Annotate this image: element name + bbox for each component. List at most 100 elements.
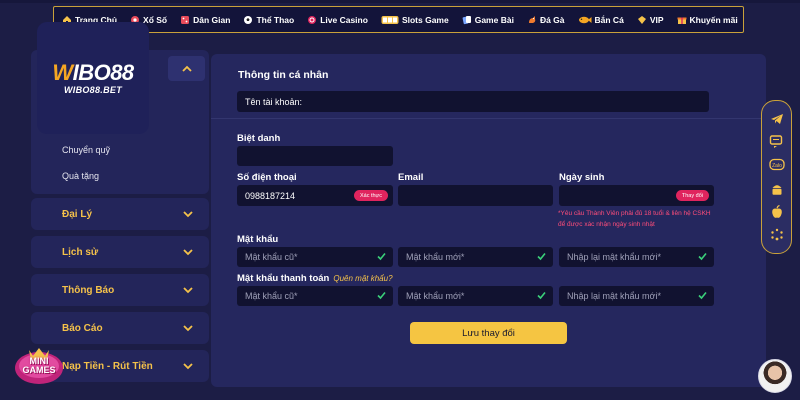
logo-wordmark: WIBO88 [52, 59, 134, 85]
chevron-down-icon [183, 248, 193, 256]
nav-the-thao[interactable]: Thể Thao [243, 15, 294, 25]
sidebar-group-label: Báo Cáo [62, 322, 103, 334]
save-changes-button[interactable]: Lưu thay đổi [410, 322, 567, 344]
nav-ban-ca[interactable]: Bắn Cá [578, 15, 624, 25]
forgot-password-link[interactable]: Quên mật khẩu? [333, 274, 392, 283]
android-icon[interactable] [769, 181, 785, 197]
nickname-label: Biệt danh [237, 133, 281, 144]
telegram-icon[interactable] [769, 111, 785, 127]
mini-games-badge[interactable]: MINI GAMES [13, 342, 65, 386]
nav-label: Dân Gian [193, 14, 231, 25]
old-password-placeholder: Mật khẩu cũ* [245, 252, 298, 262]
chevron-down-icon [183, 324, 193, 332]
check-icon [377, 252, 386, 261]
nav-label: Live Casino [320, 14, 368, 25]
dob-input[interactable]: Thay đổi [559, 185, 714, 206]
phone-label: Số điện thoại [237, 172, 297, 183]
mini-games-label: MINI GAMES [22, 356, 56, 375]
username-field: Tên tài khoản: [237, 91, 709, 112]
email-input[interactable] [398, 185, 553, 206]
change-dob-button[interactable]: Thay đổi [675, 190, 709, 201]
check-icon [698, 291, 707, 300]
check-icon [537, 291, 546, 300]
username-label: Tên tài khoản: [245, 96, 303, 107]
brand-logo[interactable]: WIBO88 WIBO88.BET [37, 22, 149, 134]
support-agent-avatar[interactable] [758, 359, 792, 393]
sidebar-item-chuyen-quy[interactable]: Chuyển quỹ [62, 145, 110, 155]
nav-label: Thể Thao [256, 14, 295, 25]
profile-panel: Thông tin cá nhân Tên tài khoản: Biệt da… [211, 54, 766, 387]
sidebar-group-thong-bao[interactable]: Thông Báo [31, 274, 209, 306]
sidebar-item-qua-tang[interactable]: Quà tặng [62, 171, 99, 181]
rooster-icon [527, 15, 537, 25]
nav-da-ga[interactable]: Đá Gà [527, 15, 565, 25]
sidebar-group-label: Nạp Tiền - Rút Tiền [62, 360, 153, 372]
gift-icon [677, 15, 687, 25]
new-password-placeholder: Mật khẩu mới* [406, 252, 465, 262]
zalo-icon[interactable]: Zalo [768, 157, 785, 173]
confirm-password-placeholder: Nhập lại mật khẩu mới* [567, 252, 661, 262]
payment-password-label: Mật khẩu thanh toán Quên mật khẩu? [237, 273, 393, 284]
check-icon [698, 252, 707, 261]
old-password-input[interactable]: Mật khẩu cũ* [237, 247, 393, 267]
old-payment-password-input[interactable]: Mật khẩu cũ* [237, 286, 393, 306]
nav-slots-game[interactable]: Slots Game [381, 15, 449, 25]
chevron-down-icon [183, 362, 193, 370]
confirm-payment-password-input[interactable]: Nhập lại mật khẩu mới* [559, 286, 714, 306]
nav-game-bai[interactable]: Game Bài [462, 15, 514, 25]
sidebar-group-dai-ly[interactable]: Đại Lý [31, 198, 209, 230]
casino-chip-icon [307, 15, 317, 25]
confirm-password-input[interactable]: Nhập lại mật khẩu mới* [559, 247, 714, 267]
chevron-down-icon [183, 286, 193, 294]
nav-label: Khuyến mãi [689, 14, 738, 25]
email-label: Email [398, 172, 424, 183]
card-game-icon [462, 15, 472, 25]
fish-icon [578, 15, 592, 25]
apple-icon[interactable] [769, 204, 785, 220]
nav-label: Bắn Cá [594, 14, 624, 25]
nav-live-casino[interactable]: Live Casino [307, 15, 368, 25]
nav-label: VIP [649, 14, 664, 25]
page-title: Thông tin cá nhân [238, 69, 329, 81]
nav-dan-gian[interactable]: Dân Gian [180, 15, 230, 25]
nav-label: Game Bài [474, 14, 514, 25]
dob-requirement-note: *Yêu cầu Thành Viên phải đủ 18 tuổi & li… [558, 210, 711, 228]
check-icon [537, 252, 546, 261]
nav-label: Đá Gà [539, 14, 565, 25]
live-chat-icon[interactable] [769, 134, 785, 150]
soccer-ball-icon [243, 15, 253, 25]
vip-diamond-icon [637, 15, 647, 25]
new-payment-password-input[interactable]: Mật khẩu mới* [398, 286, 553, 306]
top-navigation: Trang Chủ Xổ Số Dân Gian Thể Thao Live C… [53, 6, 744, 33]
sidebar-group-lich-su[interactable]: Lịch sử [31, 236, 209, 268]
new-password-input[interactable]: Mật khẩu mới* [398, 247, 553, 267]
check-icon [377, 291, 386, 300]
nav-label: Xổ Số [143, 14, 168, 25]
payment-password-label-text: Mật khẩu thanh toán [237, 273, 330, 284]
verify-phone-button[interactable]: Xác thực [353, 190, 388, 201]
sidebar-group-label: Lịch sử [62, 246, 99, 258]
dice-icon [180, 15, 190, 25]
nav-vip[interactable]: VIP [637, 15, 664, 25]
confirm-payment-password-placeholder: Nhập lại mật khẩu mới* [567, 291, 661, 301]
password-label: Mật khẩu [237, 234, 279, 245]
logo-domain: WIBO88.BET [63, 84, 122, 95]
nav-label: Slots Game [401, 14, 449, 25]
nav-khuyen-mai[interactable]: Khuyến mãi [677, 15, 738, 25]
nickname-input[interactable] [237, 146, 393, 166]
svg-text:Zalo: Zalo [772, 163, 782, 169]
phone-input[interactable]: 0988187214 Xác thực [237, 185, 393, 206]
phone-value: 0988187214 [245, 190, 296, 201]
top-strip [0, 0, 800, 3]
old-payment-password-placeholder: Mật khẩu cũ* [245, 291, 298, 301]
collapse-group-button[interactable] [168, 56, 205, 81]
divider [211, 118, 766, 119]
chevron-up-icon [181, 65, 192, 72]
sidebar-group-label: Đại Lý [62, 208, 93, 220]
chevron-down-icon [183, 210, 193, 218]
dob-label: Ngày sinh [559, 172, 605, 183]
floating-contact-bar: Zalo [761, 100, 792, 254]
sidebar-group-bao-cao[interactable]: Báo Cáo [31, 312, 209, 344]
slot-machine-icon [381, 15, 399, 25]
loading-spinner-icon[interactable] [769, 227, 785, 243]
